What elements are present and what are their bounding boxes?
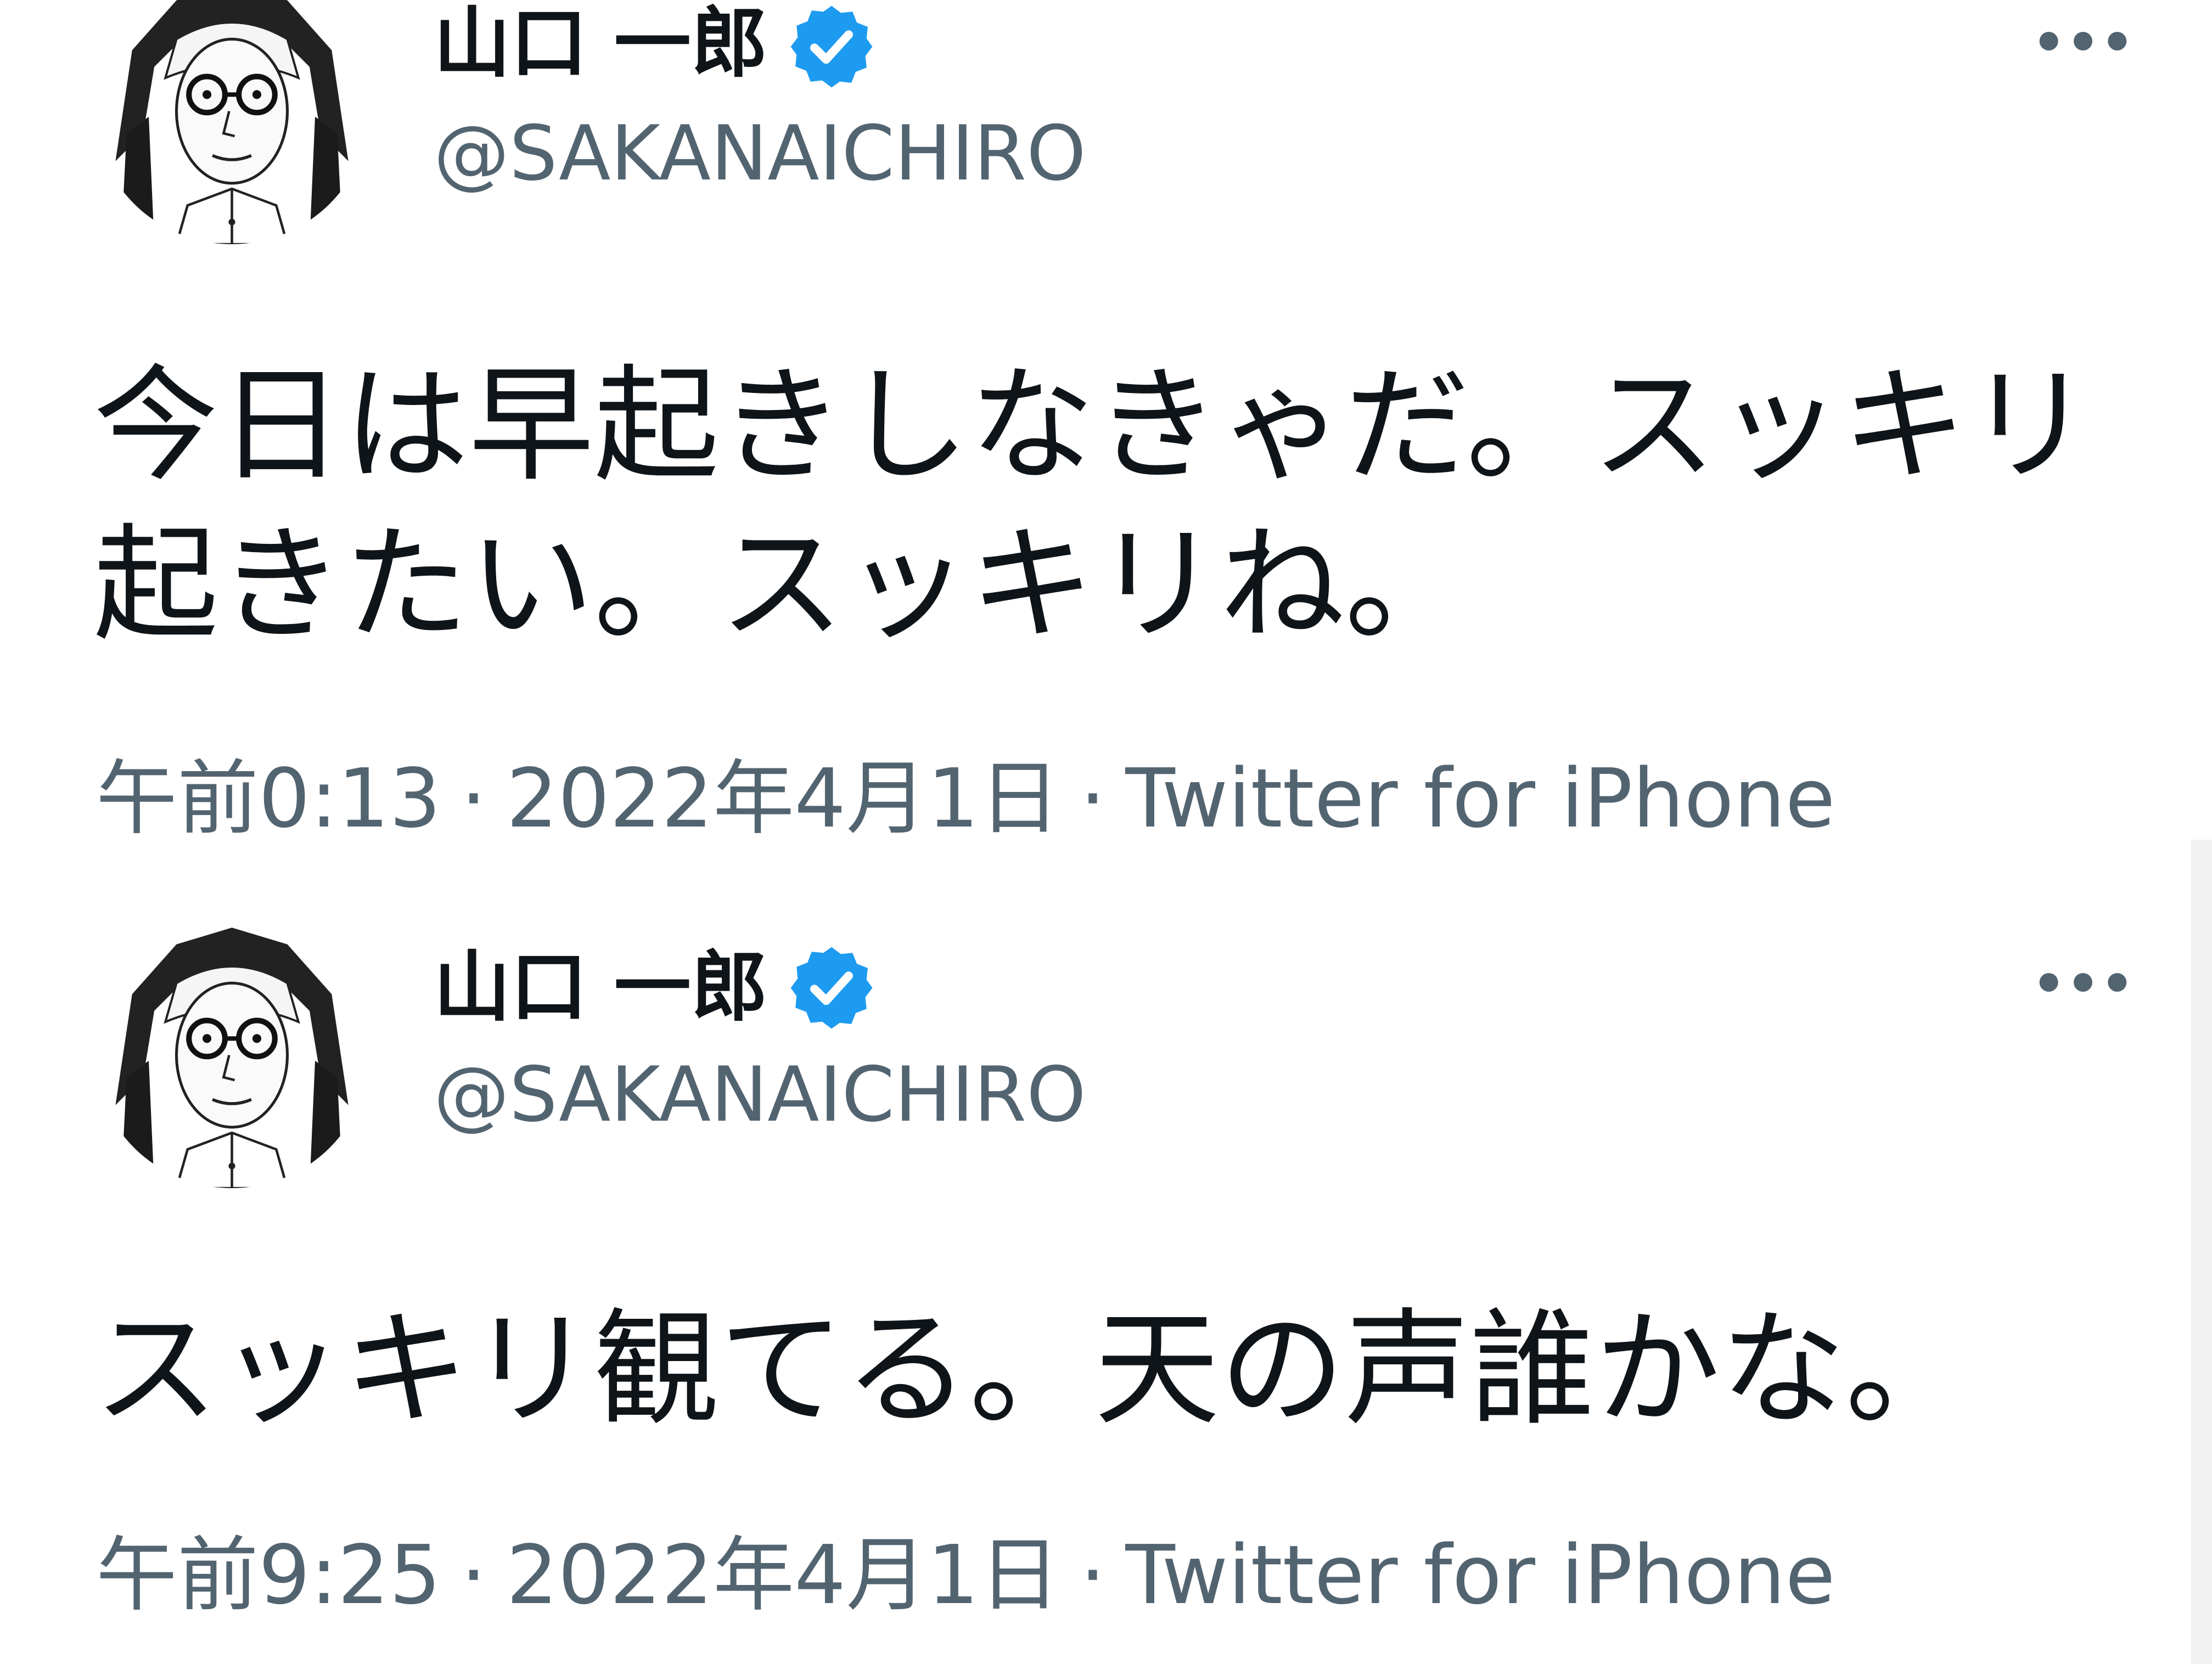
- display-name[interactable]: 山口 一郎: [434, 0, 768, 88]
- tweet: 山口 一郎 @SAKANAICHIRO 今日は早起きしなきゃだ。スッキリ起きたい…: [0, 0, 2212, 845]
- meta-separator: ·: [1080, 1528, 1106, 1622]
- tweet-meta: 午前0:13 · 2022年4月1日 · Twitter for iPhone: [96, 752, 1835, 845]
- more-horizontal-icon[interactable]: [2036, 966, 2130, 999]
- user-handle[interactable]: @SAKANAICHIRO: [434, 110, 1086, 198]
- avatar-illustration: [93, 0, 370, 244]
- avatar[interactable]: [93, 0, 370, 244]
- tweet-time[interactable]: 午前9:25: [96, 1528, 441, 1622]
- avatar[interactable]: [93, 911, 370, 1188]
- tweet-date[interactable]: 2022年4月1日: [506, 751, 1060, 846]
- tweet-text: スッキリ観てる。天の声誰かな。: [93, 1296, 1970, 1442]
- display-name[interactable]: 山口 一郎: [434, 944, 768, 1032]
- meta-separator: ·: [1080, 751, 1106, 846]
- tweet-meta: 午前9:25 · 2022年4月1日 · Twitter for iPhone: [96, 1528, 1835, 1622]
- more-horizontal-icon[interactable]: [2036, 25, 2130, 58]
- meta-separator: ·: [461, 1528, 487, 1622]
- tweet-time[interactable]: 午前0:13: [96, 751, 441, 846]
- tweet-date[interactable]: 2022年4月1日: [506, 1528, 1060, 1622]
- avatar-illustration: [93, 911, 370, 1188]
- tweet-source[interactable]: Twitter for iPhone: [1125, 1528, 1835, 1622]
- tweet-text: 今日は早起きしなきゃだ。スッキリ起きたい。スッキリね。: [93, 352, 2092, 657]
- meta-separator: ·: [461, 751, 487, 846]
- verified-badge-icon: [790, 5, 873, 88]
- tweet: 山口 一郎 @SAKANAICHIRO スッキリ観てる。天の声誰かな。 午前9:…: [0, 840, 2212, 1664]
- user-handle[interactable]: @SAKANAICHIRO: [434, 1051, 1086, 1139]
- tweet-source[interactable]: Twitter for iPhone: [1125, 751, 1835, 846]
- scrollbar[interactable]: [2191, 840, 2212, 1664]
- verified-badge-icon: [790, 947, 873, 1029]
